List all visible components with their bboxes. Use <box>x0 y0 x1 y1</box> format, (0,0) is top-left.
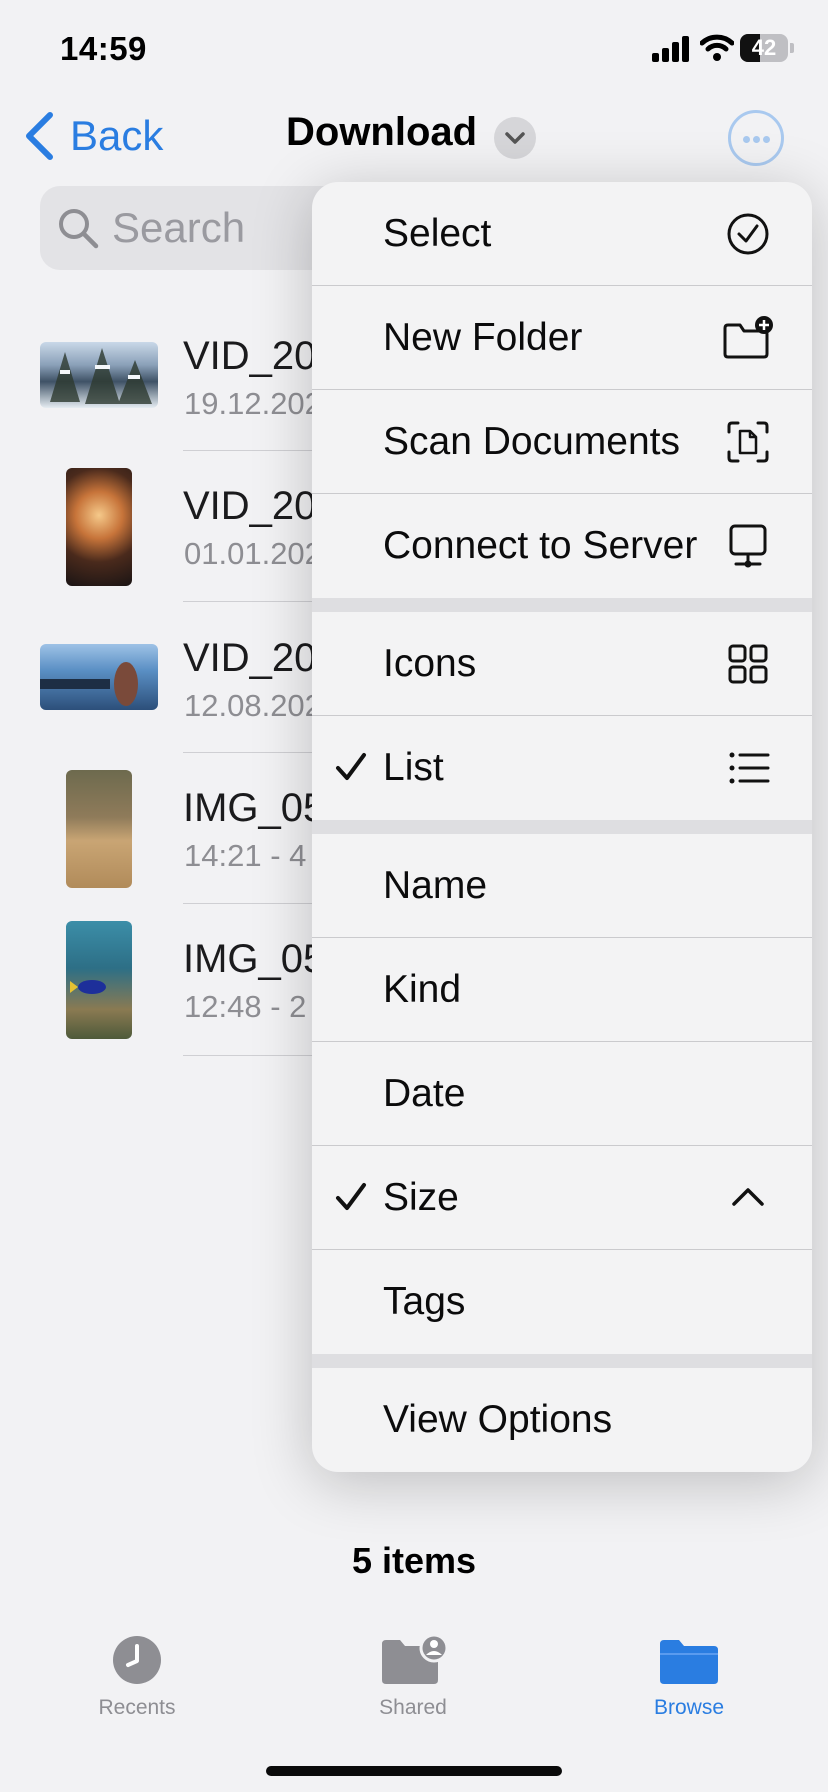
menu-item-label: Name <box>383 864 488 907</box>
cellular-signal-icon <box>652 36 689 62</box>
menu-item-view-options[interactable]: View Options <box>312 1368 812 1472</box>
menu-item-sort-tags[interactable]: Tags <box>312 1250 812 1354</box>
chevron-left-icon <box>26 112 53 160</box>
tab-shared[interactable]: Shared <box>333 1632 493 1732</box>
file-name: VID_20 <box>183 334 317 378</box>
tab-label: Browse <box>653 1696 725 1719</box>
file-meta: 14:21 - 4 <box>184 838 307 873</box>
menu-item-label: Tags <box>383 1280 466 1323</box>
file-name: VID_20 <box>183 484 317 528</box>
file-row[interactable]: VID_20 19.12.202 <box>0 320 330 470</box>
menu-item-sort-date[interactable]: Date <box>312 1042 812 1146</box>
shared-folder-icon <box>382 1633 448 1684</box>
tab-label: Shared <box>379 1696 447 1719</box>
grid-icon <box>728 644 768 684</box>
file-row[interactable]: VID_20 12.08.202 <box>0 620 330 770</box>
menu-item-label: Date <box>383 1072 466 1115</box>
folder-icon <box>660 1640 718 1684</box>
file-row[interactable]: IMG_05 14:21 - 4 <box>0 762 330 912</box>
wifi-icon <box>700 34 734 61</box>
file-name: IMG_05 <box>183 937 326 981</box>
file-row[interactable]: VID_20 01.01.202 <box>0 460 330 610</box>
back-label: Back <box>70 112 164 159</box>
menu-item-select[interactable]: Select <box>312 182 812 286</box>
tab-browse[interactable]: Browse <box>609 1632 769 1732</box>
menu-item-icons[interactable]: Icons <box>312 612 812 716</box>
battery-percent: 42 <box>751 35 777 60</box>
menu-item-sort-kind[interactable]: Kind <box>312 938 812 1042</box>
clock-icon <box>113 1636 161 1684</box>
menu-group-divider <box>312 820 812 834</box>
menu-item-label: View Options <box>383 1398 613 1441</box>
status-bar: 14:59 42 <box>0 0 828 100</box>
menu-item-label: Scan Documents <box>383 420 680 463</box>
file-meta: 19.12.202 <box>184 386 322 421</box>
tab-label: Recents <box>98 1696 176 1719</box>
menu-item-label: Select <box>383 212 492 255</box>
file-thumbnail <box>66 770 132 888</box>
menu-item-label: Connect to Server <box>383 524 698 567</box>
status-time: 14:59 <box>60 30 147 67</box>
more-options-menu: Select New Folder Scan Documents Connect… <box>312 182 812 1472</box>
file-row[interactable]: IMG_05 12:48 - 2 <box>0 913 330 1063</box>
page-title[interactable]: Download <box>286 110 477 155</box>
battery-indicator: 42 <box>740 34 794 62</box>
chevron-up-icon <box>732 1188 764 1206</box>
file-meta: 12:48 - 2 <box>184 989 307 1024</box>
menu-item-label: Size <box>383 1176 459 1219</box>
file-thumbnail <box>40 342 158 408</box>
menu-item-connect-to-server[interactable]: Connect to Server <box>312 494 812 598</box>
file-meta: 12.08.202 <box>184 688 322 723</box>
menu-item-list[interactable]: List <box>312 716 812 820</box>
home-indicator <box>266 1766 562 1776</box>
checkmark-icon <box>336 1183 366 1210</box>
display-network-icon <box>729 524 767 568</box>
items-count: 5 items <box>351 1540 477 1581</box>
menu-item-sort-size[interactable]: Size <box>312 1146 812 1250</box>
doc-viewfinder-icon <box>727 421 769 463</box>
menu-item-label: Kind <box>383 968 462 1011</box>
menu-item-label: List <box>383 746 444 789</box>
checkmark-circle-icon <box>727 213 769 255</box>
menu-item-label: Icons <box>383 642 477 685</box>
back-button[interactable]: Back <box>22 108 163 164</box>
file-name: VID_20 <box>183 636 317 680</box>
menu-item-scan-documents[interactable]: Scan Documents <box>312 390 812 494</box>
folder-badge-plus-icon <box>723 316 773 359</box>
checkmark-icon <box>336 753 366 780</box>
search-icon <box>59 209 99 249</box>
file-meta: 01.01.202 <box>184 536 322 571</box>
more-options-button[interactable] <box>728 110 784 166</box>
file-thumbnail <box>66 921 132 1039</box>
chevron-down-icon <box>505 132 525 144</box>
file-name: IMG_05 <box>183 786 326 830</box>
menu-group-divider <box>312 1354 812 1368</box>
menu-group-divider <box>312 598 812 612</box>
menu-item-sort-name[interactable]: Name <box>312 834 812 938</box>
file-thumbnail <box>66 468 132 586</box>
title-menu-button[interactable] <box>494 117 536 159</box>
menu-item-new-folder[interactable]: New Folder <box>312 286 812 390</box>
menu-item-label: New Folder <box>383 316 583 359</box>
file-thumbnail <box>40 644 158 710</box>
list-icon <box>729 752 770 784</box>
tab-recents[interactable]: Recents <box>57 1632 217 1732</box>
